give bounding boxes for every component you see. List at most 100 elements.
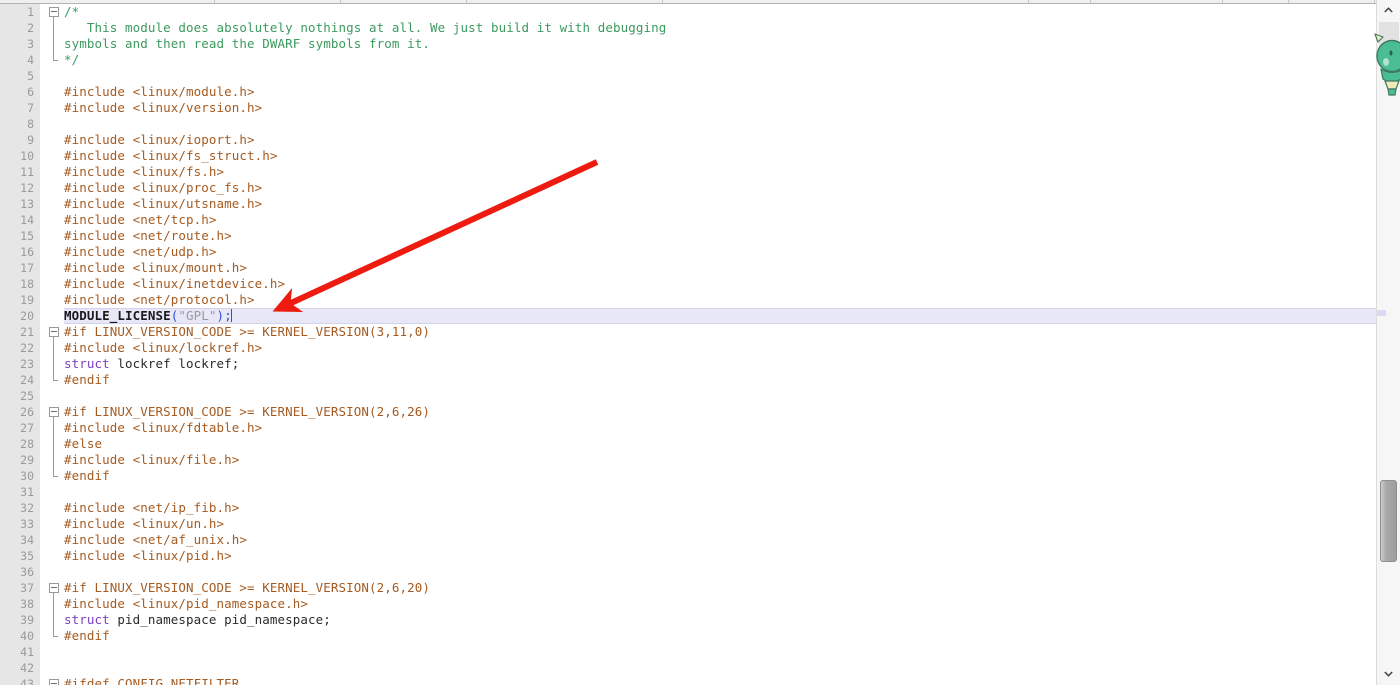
- code-line[interactable]: 3 symbols and then read the DWARF symbols…: [0, 36, 1376, 52]
- code-line[interactable]: 41: [0, 644, 1376, 660]
- fold-marker[interactable]: [46, 324, 64, 340]
- scroll-down-button[interactable]: [1377, 663, 1400, 685]
- code-text[interactable]: [64, 564, 1376, 580]
- code-text[interactable]: #if LINUX_VERSION_CODE >= KERNEL_VERSION…: [64, 404, 1376, 420]
- code-line[interactable]: 26 #if LINUX_VERSION_CODE >= KERNEL_VERSI…: [0, 404, 1376, 420]
- code-line[interactable]: 6 #include <linux/module.h>: [0, 84, 1376, 100]
- code-line[interactable]: 13 #include <linux/utsname.h>: [0, 196, 1376, 212]
- code-line[interactable]: 10 #include <linux/fs_struct.h>: [0, 148, 1376, 164]
- fold-marker[interactable]: [46, 4, 64, 20]
- code-line[interactable]: 28 #else: [0, 436, 1376, 452]
- code-line[interactable]: 27 #include <linux/fdtable.h>: [0, 420, 1376, 436]
- code-line[interactable]: 30 #endif: [0, 468, 1376, 484]
- code-line[interactable]: 34 #include <net/af_unix.h>: [0, 532, 1376, 548]
- code-line[interactable]: 14 #include <net/tcp.h>: [0, 212, 1376, 228]
- code-line[interactable]: 18 #include <linux/inetdevice.h>: [0, 276, 1376, 292]
- fold-collapse-icon[interactable]: [49, 583, 59, 593]
- code-line[interactable]: 32 #include <net/ip_fib.h>: [0, 500, 1376, 516]
- code-line[interactable]: 39 struct pid_namespace pid_namespace;: [0, 612, 1376, 628]
- code-line[interactable]: 20 MODULE_LICENSE("GPL");: [0, 308, 1376, 324]
- code-line[interactable]: 24 #endif: [0, 372, 1376, 388]
- code-text[interactable]: [64, 660, 1376, 676]
- code-text[interactable]: #include <linux/mount.h>: [64, 260, 1376, 276]
- fold-collapse-icon[interactable]: [49, 7, 59, 17]
- code-line[interactable]: 23 struct lockref lockref;: [0, 356, 1376, 372]
- code-line[interactable]: 15 #include <net/route.h>: [0, 228, 1376, 244]
- code-text[interactable]: #include <linux/proc_fs.h>: [64, 180, 1376, 196]
- code-text[interactable]: #endif: [64, 468, 1376, 484]
- code-text[interactable]: struct lockref lockref;: [64, 356, 1376, 372]
- code-text[interactable]: #include <net/route.h>: [64, 228, 1376, 244]
- code-text[interactable]: /*: [64, 4, 1376, 20]
- code-text[interactable]: #endif: [64, 372, 1376, 388]
- code-text[interactable]: #include <linux/ioport.h>: [64, 132, 1376, 148]
- code-line[interactable]: 21 #if LINUX_VERSION_CODE >= KERNEL_VERSI…: [0, 324, 1376, 340]
- code-editor-area[interactable]: 1/* 2 This module does absolutely nothing…: [0, 4, 1376, 685]
- code-line[interactable]: 37 #if LINUX_VERSION_CODE >= KERNEL_VERSI…: [0, 580, 1376, 596]
- code-text[interactable]: #include <linux/fdtable.h>: [64, 420, 1376, 436]
- code-text[interactable]: #include <linux/fs_struct.h>: [64, 148, 1376, 164]
- code-text[interactable]: MODULE_LICENSE("GPL");: [64, 308, 1376, 324]
- code-text[interactable]: #include <net/protocol.h>: [64, 292, 1376, 308]
- scrollbar-thumb[interactable]: [1380, 480, 1397, 562]
- code-text[interactable]: #include <net/udp.h>: [64, 244, 1376, 260]
- code-text[interactable]: struct pid_namespace pid_namespace;: [64, 612, 1376, 628]
- code-text[interactable]: #include <net/ip_fib.h>: [64, 500, 1376, 516]
- code-text[interactable]: #endif: [64, 628, 1376, 644]
- code-text[interactable]: [64, 644, 1376, 660]
- code-text[interactable]: #if LINUX_VERSION_CODE >= KERNEL_VERSION…: [64, 580, 1376, 596]
- code-line[interactable]: 40 #endif: [0, 628, 1376, 644]
- code-line[interactable]: 17 #include <linux/mount.h>: [0, 260, 1376, 276]
- code-lines[interactable]: 1/* 2 This module does absolutely nothing…: [0, 4, 1376, 685]
- code-line[interactable]: 12 #include <linux/proc_fs.h>: [0, 180, 1376, 196]
- code-text[interactable]: #if LINUX_VERSION_CODE >= KERNEL_VERSION…: [64, 324, 1376, 340]
- code-text[interactable]: #include <linux/fs.h>: [64, 164, 1376, 180]
- code-text[interactable]: #include <linux/file.h>: [64, 452, 1376, 468]
- fold-marker[interactable]: [46, 404, 64, 420]
- fold-marker[interactable]: [46, 676, 64, 685]
- code-line[interactable]: 19 #include <net/protocol.h>: [0, 292, 1376, 308]
- code-text[interactable]: #include <linux/module.h>: [64, 84, 1376, 100]
- code-line[interactable]: 36: [0, 564, 1376, 580]
- code-line[interactable]: 8: [0, 116, 1376, 132]
- code-text[interactable]: #else: [64, 436, 1376, 452]
- code-text[interactable]: #include <linux/inetdevice.h>: [64, 276, 1376, 292]
- code-text[interactable]: This module does absolutely nothings at …: [64, 20, 1376, 36]
- vertical-scrollbar[interactable]: [1376, 0, 1400, 685]
- code-line[interactable]: 16 #include <net/udp.h>: [0, 244, 1376, 260]
- code-text[interactable]: #include <linux/un.h>: [64, 516, 1376, 532]
- code-line[interactable]: 22 #include <linux/lockref.h>: [0, 340, 1376, 356]
- code-line[interactable]: 7 #include <linux/version.h>: [0, 100, 1376, 116]
- code-text[interactable]: */: [64, 52, 1376, 68]
- code-text[interactable]: symbols and then read the DWARF symbols …: [64, 36, 1376, 52]
- code-line[interactable]: 1 /*: [0, 4, 1376, 20]
- code-line[interactable]: 4 */: [0, 52, 1376, 68]
- code-line[interactable]: 38 #include <linux/pid_namespace.h>: [0, 596, 1376, 612]
- code-text[interactable]: #include <linux/pid_namespace.h>: [64, 596, 1376, 612]
- code-text[interactable]: [64, 68, 1376, 84]
- code-line[interactable]: 35 #include <linux/pid.h>: [0, 548, 1376, 564]
- fold-marker[interactable]: [46, 580, 64, 596]
- code-text[interactable]: #ifdef CONFIG_NETFILTER: [64, 676, 1376, 685]
- code-line[interactable]: 25: [0, 388, 1376, 404]
- code-line[interactable]: 43 #ifdef CONFIG_NETFILTER: [0, 676, 1376, 685]
- fold-collapse-icon[interactable]: [49, 327, 59, 337]
- code-text[interactable]: #include <linux/lockref.h>: [64, 340, 1376, 356]
- code-line[interactable]: 11 #include <linux/fs.h>: [0, 164, 1376, 180]
- code-line[interactable]: 33 #include <linux/un.h>: [0, 516, 1376, 532]
- code-text[interactable]: [64, 388, 1376, 404]
- code-line[interactable]: 9 #include <linux/ioport.h>: [0, 132, 1376, 148]
- code-text[interactable]: #include <net/af_unix.h>: [64, 532, 1376, 548]
- code-text[interactable]: #include <linux/utsname.h>: [64, 196, 1376, 212]
- code-text[interactable]: [64, 484, 1376, 500]
- code-line[interactable]: 42: [0, 660, 1376, 676]
- fold-collapse-icon[interactable]: [49, 407, 59, 417]
- fold-collapse-icon[interactable]: [49, 679, 59, 685]
- code-text[interactable]: #include <net/tcp.h>: [64, 212, 1376, 228]
- scroll-up-button[interactable]: [1377, 0, 1400, 22]
- code-text[interactable]: #include <linux/version.h>: [64, 100, 1376, 116]
- code-line[interactable]: 5: [0, 68, 1376, 84]
- code-line[interactable]: 31: [0, 484, 1376, 500]
- code-line[interactable]: 2 This module does absolutely nothings a…: [0, 20, 1376, 36]
- code-text[interactable]: [64, 116, 1376, 132]
